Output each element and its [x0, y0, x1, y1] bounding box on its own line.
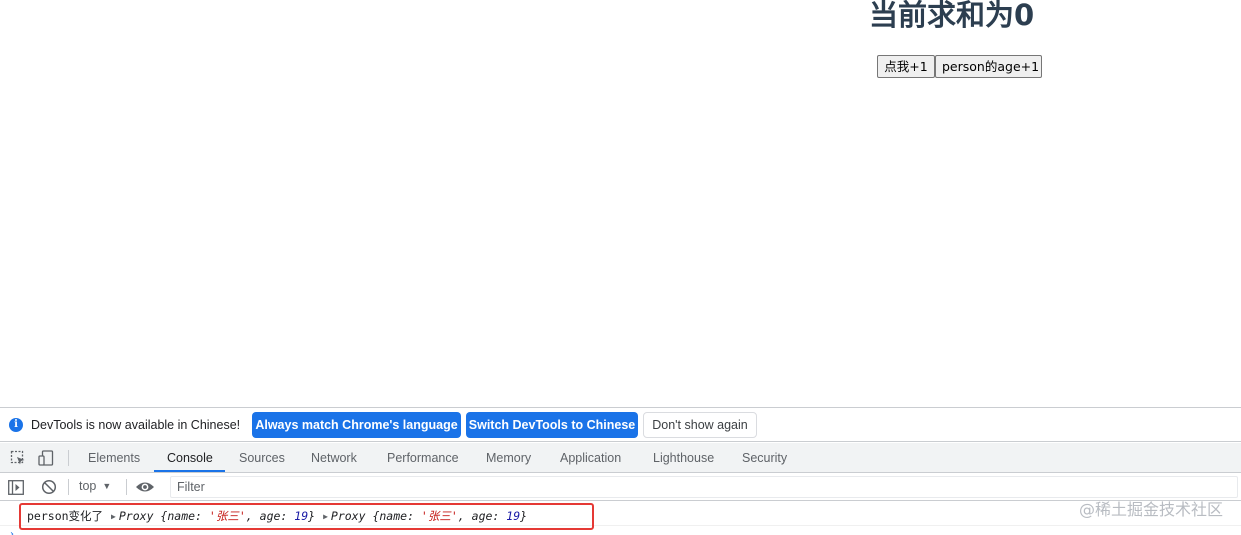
tab-application[interactable]: Application — [560, 443, 621, 472]
devtools-tabbar: Elements Console Sources Network Perform… — [0, 443, 1241, 473]
sum-heading: 当前求和为0 — [869, 0, 1035, 32]
tab-elements[interactable]: Elements — [88, 443, 140, 472]
tabbar-divider — [68, 450, 69, 466]
devtools-panel: i DevTools is now available in Chinese! … — [0, 407, 1241, 535]
info-icon: i — [9, 418, 23, 432]
language-infobar: i DevTools is now available in Chinese! … — [0, 408, 1241, 442]
live-expression-eye-icon[interactable] — [135, 480, 155, 494]
inspect-element-icon[interactable] — [10, 450, 26, 466]
age-increment-button[interactable]: person的age+1 — [935, 55, 1042, 78]
console-filter-input[interactable] — [170, 476, 1238, 498]
tab-network[interactable]: Network — [311, 443, 357, 472]
infobar-message: DevTools is now available in Chinese! — [31, 418, 241, 432]
page-viewport: 当前求和为0 点我+1 person的age+1 — [0, 0, 1241, 407]
tab-console[interactable]: Console — [154, 443, 225, 472]
match-language-button[interactable]: Always match Chrome's language — [252, 412, 461, 438]
device-toolbar-icon[interactable] — [38, 450, 54, 466]
tab-memory[interactable]: Memory — [486, 443, 531, 472]
clear-console-icon[interactable] — [41, 479, 57, 495]
watermark: @稀土掘金技术社区 — [1078, 500, 1223, 519]
context-selector[interactable]: top ▼ — [79, 479, 111, 495]
toolbar-divider — [126, 479, 127, 495]
tab-performance[interactable]: Performance — [387, 443, 459, 472]
dropdown-arrow-icon: ▼ — [102, 481, 112, 491]
tab-lighthouse[interactable]: Lighthouse — [653, 443, 714, 472]
red-highlight-box — [19, 503, 594, 530]
dont-show-again-button[interactable]: Don't show again — [643, 412, 757, 438]
increment-button[interactable]: 点我+1 — [877, 55, 935, 78]
console-prompt-icon[interactable]: › — [10, 529, 14, 535]
toolbar-divider — [68, 479, 69, 495]
console-output: person变化了 ▶ Proxy {name: '张三', age: 19} ▶ Pr… — [0, 502, 1241, 535]
tab-security[interactable]: Security — [742, 443, 787, 472]
console-toolbar: top ▼ — [0, 474, 1241, 501]
console-sidebar-icon[interactable] — [8, 480, 24, 495]
tab-sources[interactable]: Sources — [239, 443, 285, 472]
context-label: top — [79, 479, 97, 493]
switch-language-button[interactable]: Switch DevTools to Chinese — [466, 412, 638, 438]
